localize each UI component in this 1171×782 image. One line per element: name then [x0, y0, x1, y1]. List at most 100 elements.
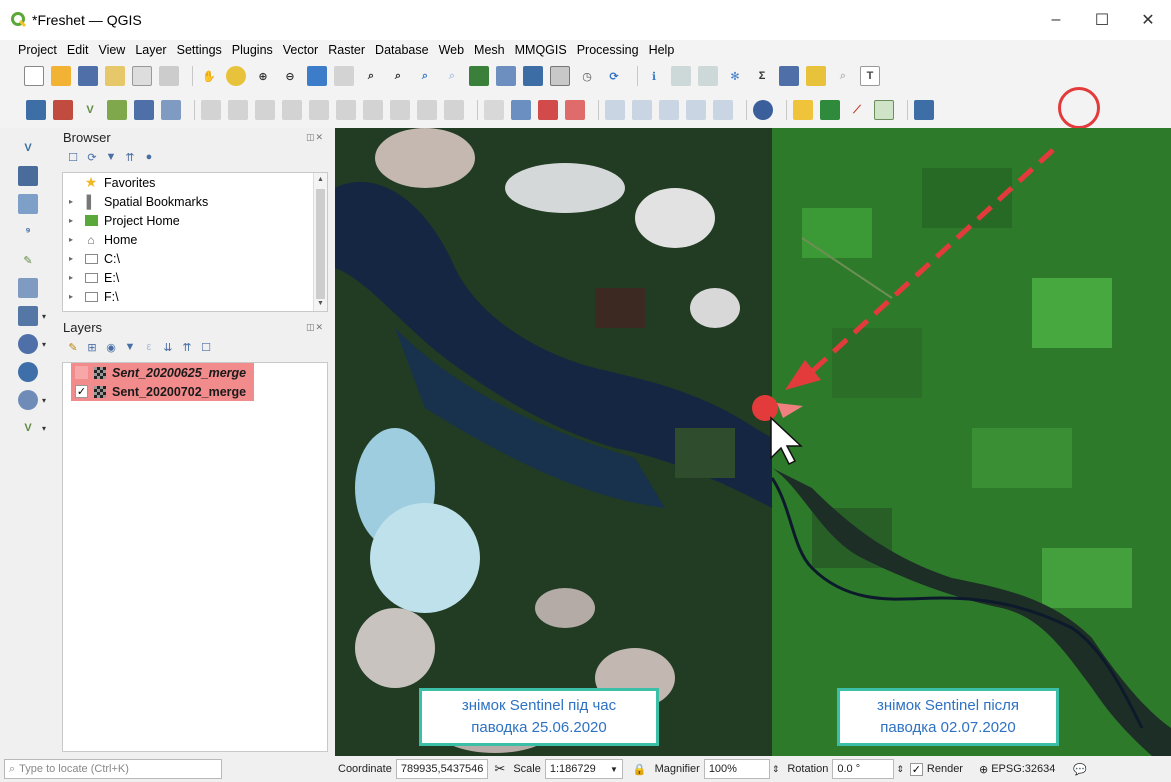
label-change-icon[interactable] [659, 100, 679, 120]
semi-automatic-classification-icon[interactable] [820, 100, 840, 120]
label-tool-icon[interactable] [484, 100, 504, 120]
menu-mmqgis[interactable]: MMQGIS [515, 43, 567, 57]
locator-search-input[interactable]: ⌕ Type to locate (Ctrl+K) [4, 759, 222, 779]
browser-item-drive-c[interactable]: ▸ C:\ [63, 249, 327, 268]
zoom-next-icon[interactable]: ⌕ [442, 66, 462, 86]
rotation-spin-icon[interactable]: ⇕ [896, 764, 904, 775]
show-bookmarks-icon[interactable] [550, 66, 570, 86]
add-wms-icon[interactable] [134, 100, 154, 120]
label-toolbar-icon[interactable] [511, 100, 531, 120]
map-swipe-tool-icon[interactable] [874, 100, 894, 120]
add-postgis-icon[interactable]: ▾ [18, 306, 46, 326]
toggle-editing-icon[interactable] [201, 100, 221, 120]
layer-item-sent-20200702[interactable]: ✓ Sent_20200702_merge [63, 382, 327, 401]
redo-icon[interactable] [444, 100, 464, 120]
delete-selected-icon[interactable] [309, 100, 329, 120]
layer-visibility-checkbox[interactable] [75, 366, 88, 379]
browser-scrollbar[interactable]: ▲ ▼ [313, 173, 327, 311]
open-attribute-table-icon[interactable] [671, 66, 691, 86]
menu-layer[interactable]: Layer [135, 43, 166, 57]
vertex-tool-icon[interactable] [282, 100, 302, 120]
select-features-icon[interactable] [806, 66, 826, 86]
text-annotation-icon[interactable]: T [860, 66, 880, 86]
expand-all-icon[interactable]: ⇊ [161, 340, 175, 354]
add-vector-layer-icon[interactable]: V [18, 138, 38, 158]
pan-map-icon[interactable]: ✋ [199, 66, 219, 86]
scroll-down-icon[interactable]: ▼ [314, 297, 327, 311]
scroll-up-icon[interactable]: ▲ [314, 173, 327, 187]
scroll-thumb[interactable] [316, 189, 325, 299]
add-layer-icon[interactable] [53, 100, 73, 120]
db-manager-icon[interactable] [753, 100, 773, 120]
add-delimited-text-icon[interactable]: ⁹ [18, 222, 38, 242]
menu-settings[interactable]: Settings [177, 43, 222, 57]
open-field-calculator-icon[interactable] [698, 66, 718, 86]
panel-close-icon[interactable]: ◫✕ [306, 322, 324, 333]
add-selected-layers-icon[interactable]: ☐ [66, 150, 80, 164]
add-feature-icon[interactable] [255, 100, 275, 120]
add-spatialite-icon[interactable] [18, 278, 38, 298]
open-layer-styling-icon[interactable]: ✎ [66, 340, 80, 354]
select-by-value-icon[interactable]: ⌕ [833, 66, 853, 86]
open-project-icon[interactable] [51, 66, 71, 86]
browser-item-drive-e[interactable]: ▸ E:\ [63, 268, 327, 287]
label-move-icon[interactable] [605, 100, 625, 120]
crs-button[interactable]: EPSG:32634 [991, 763, 1055, 775]
processing-toolbox-icon[interactable]: ✻ [725, 66, 745, 86]
undo-icon[interactable] [417, 100, 437, 120]
add-vector-layer-icon[interactable]: V [80, 100, 100, 120]
browser-item-favorites[interactable]: ★ Favorites [63, 173, 327, 192]
messages-icon[interactable]: 💬 [1073, 763, 1087, 776]
pan-to-selection-icon[interactable] [226, 66, 246, 86]
menu-project[interactable]: Project [18, 43, 57, 57]
statistical-summary-icon[interactable]: Σ [752, 66, 772, 86]
add-gps-layer-icon[interactable]: ✎ [18, 250, 38, 270]
cut-features-icon[interactable] [336, 100, 356, 120]
map-canvas[interactable]: знімок Sentinel під час паводка 25.06.20… [335, 128, 1171, 756]
new-layout-icon[interactable] [105, 66, 125, 86]
enable-properties-icon[interactable]: ● [142, 150, 156, 164]
menu-mesh[interactable]: Mesh [474, 43, 505, 57]
menu-plugins[interactable]: Plugins [232, 43, 273, 57]
coordinate-field[interactable]: 789935,5437546 [395, 759, 489, 779]
bookmark-icon[interactable] [523, 66, 543, 86]
measure-icon[interactable] [779, 66, 799, 86]
magnifier-field[interactable]: 100% [703, 759, 770, 779]
identify-features-icon[interactable]: ℹ [644, 66, 664, 86]
filter-icon[interactable]: ▼ [104, 150, 118, 164]
add-raster-layer-icon[interactable] [18, 166, 38, 186]
help-contents-icon[interactable] [914, 100, 934, 120]
collapse-all-icon[interactable]: ⇈ [123, 150, 137, 164]
new-shapefile-icon[interactable]: V ▾ [18, 418, 46, 438]
zoom-in-icon[interactable]: ⊕ [253, 66, 273, 86]
menu-edit[interactable]: Edit [67, 43, 89, 57]
lock-scale-icon[interactable]: 🔒 [633, 763, 647, 776]
layout-manager-icon[interactable] [132, 66, 152, 86]
add-mesh-layer-icon[interactable] [18, 194, 38, 214]
layer-item-sent-20200625[interactable]: Sent_20200625_merge [63, 363, 327, 382]
browser-item-home[interactable]: ▸ ⌂ Home [63, 230, 327, 249]
profile-tool-icon[interactable]: ⟋ [847, 100, 867, 120]
layer-visibility-checkbox[interactable]: ✓ [75, 385, 88, 398]
zoom-layer-icon[interactable]: ⌕ [361, 66, 381, 86]
close-button[interactable]: ✕ [1125, 0, 1171, 40]
scale-select[interactable]: 1:186729 ▼ [544, 759, 623, 779]
python-console-icon[interactable] [793, 100, 813, 120]
refresh-icon[interactable]: ⟳ [604, 66, 624, 86]
filter-expression-icon[interactable]: ε [142, 340, 156, 354]
add-wms-layer-icon[interactable]: ▾ [18, 334, 46, 354]
new-map-view-icon[interactable] [469, 66, 489, 86]
paste-features-icon[interactable] [390, 100, 410, 120]
menu-database[interactable]: Database [375, 43, 429, 57]
data-source-manager-icon[interactable] [26, 100, 46, 120]
zoom-out-icon[interactable]: ⊖ [280, 66, 300, 86]
browser-item-spatial-bookmarks[interactable]: ▸ ▌ Spatial Bookmarks [63, 192, 327, 211]
style-manager-icon[interactable] [159, 66, 179, 86]
render-checkbox[interactable]: ✓ [909, 762, 923, 776]
collapse-all-icon[interactable]: ⇈ [180, 340, 194, 354]
magnifier-spin-icon[interactable]: ⇕ [772, 764, 780, 775]
remove-layer-icon[interactable]: ☐ [199, 340, 213, 354]
filter-legend-icon[interactable]: ▼ [123, 340, 137, 354]
menu-help[interactable]: Help [649, 43, 675, 57]
menu-processing[interactable]: Processing [577, 43, 639, 57]
